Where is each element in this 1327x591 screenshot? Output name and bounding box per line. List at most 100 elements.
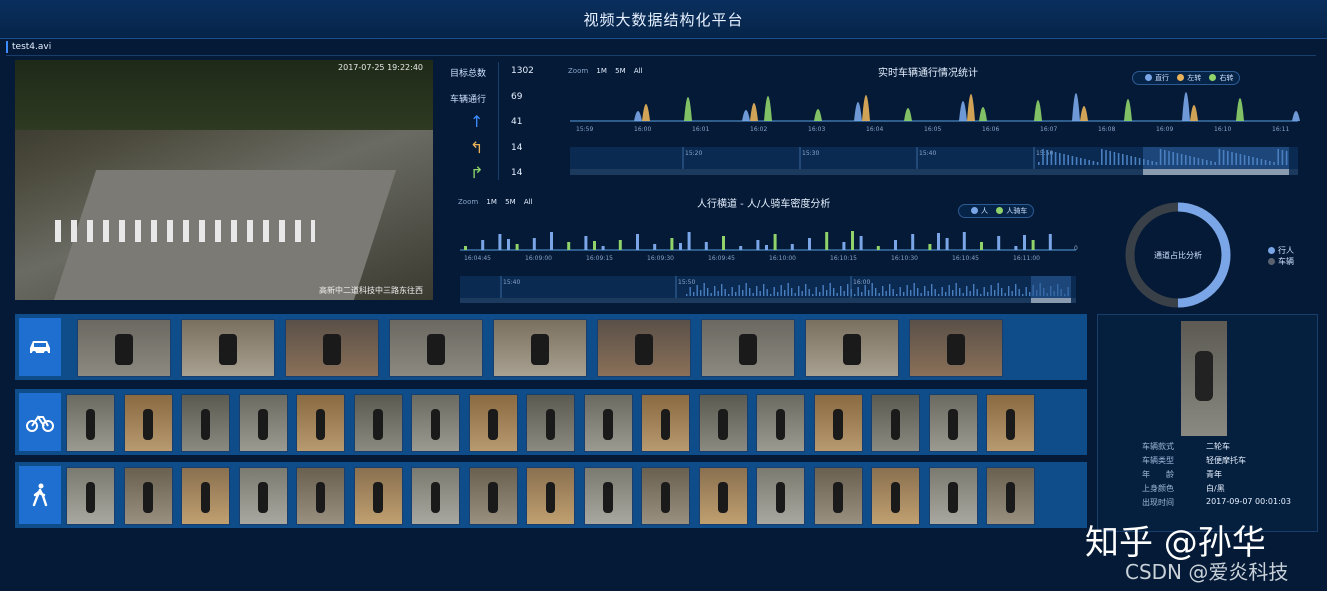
thumbnail[interactable] [353,467,403,525]
thumbnail[interactable] [411,394,460,452]
thumbnail[interactable] [123,394,173,452]
zoom-1m[interactable]: 1M [486,198,497,206]
tick-label: 16:06 [982,126,999,133]
thumbnail[interactable] [77,319,171,377]
thumbnail[interactable] [181,394,230,452]
zoom-5m[interactable]: 5M [505,198,516,206]
thumbnail[interactable] [986,467,1035,525]
density-bar [550,232,553,250]
zoom-5m[interactable]: 5M [615,67,626,75]
zoom-all[interactable]: All [634,67,643,75]
video-player[interactable]: 2017-07-25 19:22:40 高新中二道科技中三路东往西 [15,60,433,300]
legend-dot [1145,74,1152,81]
density-bar [790,244,794,250]
thumbnail[interactable] [238,467,288,525]
navigator-bar [1008,286,1010,296]
thumbnail[interactable] [526,467,575,525]
thumbnail[interactable] [181,467,230,525]
thumbnail[interactable] [389,319,483,377]
navigator-label: 15:40 [919,150,936,157]
thumbnail[interactable] [756,467,805,525]
thumbnail[interactable] [468,467,518,525]
thumbnail-subject [890,409,901,440]
thumbnail[interactable] [285,319,379,377]
zoom-1m[interactable]: 1M [596,67,607,75]
peak-mark [1124,99,1132,121]
navigator-bar [1159,149,1162,165]
ped-chart[interactable]: 0 16:04:45 16:09:00 16:09:15 16:09:30 16:09:4… [456,218,1086,308]
thumbnail[interactable] [238,394,288,452]
thumbnail[interactable] [871,467,920,525]
thumbnail-subject [143,482,153,513]
navigator-bar [766,289,768,296]
vehicle-chart[interactable]: 15:59 16:00 16:01 16:02 16:03 16:04 16:05 16:06… [568,85,1303,180]
thumbnail-subject [948,409,958,440]
thumbnail[interactable] [641,467,690,525]
detail-value: 青年 [1206,470,1222,479]
thumbnail[interactable] [928,467,978,525]
navigator-bar [1143,159,1145,165]
navigator-bar [805,284,807,296]
thumbnail[interactable] [123,467,173,525]
thumbnail-subject [426,334,446,365]
navigator-bar [910,290,912,296]
legend-person: 人 [981,207,988,215]
pedestrian-category-button[interactable] [19,466,61,524]
density-bar [464,246,467,250]
navigator-bar [773,287,775,296]
thumbnail[interactable] [296,467,345,525]
y-axis-zero: 0 [1074,245,1078,252]
density-bar [842,242,846,250]
detail-label: 车辆类型 [1142,456,1174,465]
thumbnail-subject [1005,409,1016,440]
thumbnail[interactable] [597,319,691,377]
thumbnail[interactable] [813,467,863,525]
navigator-bar [952,290,954,296]
tick-label: 15:59 [576,126,593,133]
thumbnail[interactable] [66,394,115,452]
bike-category-button[interactable] [19,393,61,451]
thumbnail[interactable] [871,394,920,452]
navigator-bar [1067,155,1069,165]
thumbnail[interactable] [986,394,1035,452]
thumbnail[interactable] [928,394,978,452]
legend-dot [1268,258,1275,265]
thumbnail[interactable] [66,467,115,525]
peak-mark [1080,106,1088,121]
thumbnail[interactable] [641,394,690,452]
density-bar [515,244,519,250]
thumbnail[interactable] [805,319,899,377]
thumbnail[interactable] [701,319,795,377]
thumbnail[interactable] [909,319,1003,377]
density-bar [679,243,682,250]
navigator-bar [833,288,835,296]
ped-legend[interactable]: 人 人骑车 [958,204,1035,218]
file-tab[interactable]: test4.avi [6,41,55,53]
thumbnail[interactable] [583,394,633,452]
thumbnail[interactable] [813,394,863,452]
thumbnail[interactable] [493,319,587,377]
navigator-bar [927,291,929,296]
thumbnail[interactable] [698,394,748,452]
thumbnail[interactable] [583,467,633,525]
thumbnail[interactable] [353,394,403,452]
navigator-bar [990,285,992,296]
tick-label: 16:10 [1214,126,1231,133]
thumbnail[interactable] [698,467,748,525]
density-bar [601,246,605,250]
thumbnail-subject [258,409,268,440]
thumbnail[interactable] [296,394,345,452]
navigator-bar [1243,155,1246,165]
density-bar [636,234,639,250]
thumbnail[interactable] [411,467,460,525]
thumbnail-subject [842,334,862,365]
thumbnail[interactable] [181,319,275,377]
thumbnail[interactable] [756,394,805,452]
vehicle-legend[interactable]: 直行 左转 右转 [1132,71,1241,85]
thumbnail[interactable] [526,394,575,452]
zoom-all[interactable]: All [524,198,533,206]
legend-right: 右转 [1219,74,1234,82]
thumbnail[interactable] [468,394,518,452]
vehicle-category-button[interactable] [19,318,61,376]
peak-mark [750,103,758,121]
